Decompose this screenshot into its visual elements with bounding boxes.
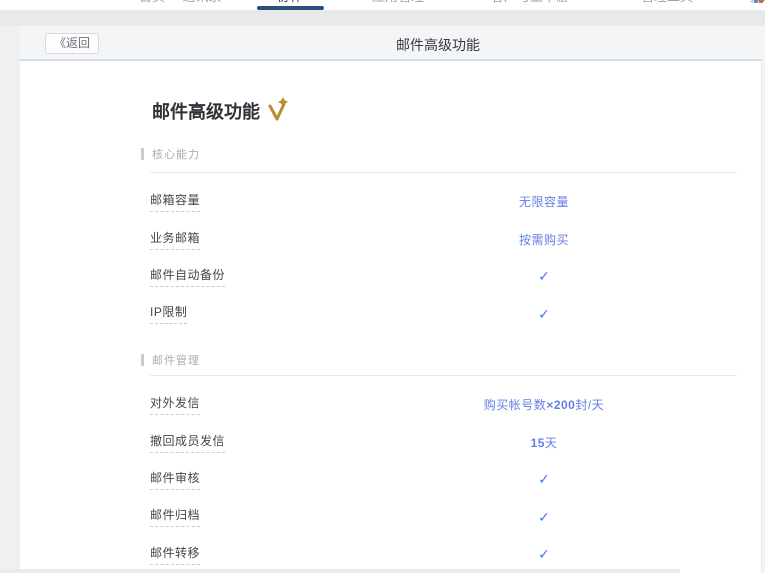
section-title: 邮件管理 xyxy=(152,352,200,368)
section-title: 核心能力 xyxy=(152,146,200,162)
tab-tools[interactable]: 管理工具 xyxy=(641,0,693,3)
content-panel: 邮件高级功能 核心能力 邮箱容量 无限容量业务邮箱 按需购买邮件自动备份 ✓ IP限制 ✓… xyxy=(20,61,765,573)
feature-value[interactable]: 无限容量 xyxy=(519,193,569,210)
section-header-core: 核心能力 xyxy=(141,146,200,162)
tab-collaboration[interactable]: 协作 xyxy=(277,0,303,3)
feature-label[interactable]: 对外发信 xyxy=(150,394,200,415)
cut-off-icon-fragment xyxy=(759,0,763,3)
top-nav-tabbar: 首页 通讯录 协作 应用管理 客户与上下游 管理工具 我的企业 xyxy=(0,0,765,10)
page-heading: 邮件高级功能 xyxy=(152,101,290,126)
feature-label[interactable]: 业务邮箱 xyxy=(150,229,200,250)
page-heading-text: 邮件高级功能 xyxy=(152,101,260,123)
tab-contacts[interactable]: 通讯录 xyxy=(182,0,221,3)
feature-label[interactable]: 邮件审核 xyxy=(150,469,200,490)
table-row: 邮箱容量 无限容量 xyxy=(150,183,737,220)
page-background-band xyxy=(0,10,765,26)
section-header-mail-mgmt: 邮件管理 xyxy=(141,352,200,368)
tab-apps[interactable]: 应用管理 xyxy=(372,0,424,3)
back-button[interactable]: 《返回 xyxy=(45,33,99,54)
feature-table-mail-mgmt: 对外发信 购买帐号数×200封/天撤回成员发信 15天邮件审核 ✓ 邮件归档 ✓ 邮件转移 ✓ xyxy=(150,375,737,573)
cut-off-icon-fragment xyxy=(754,0,758,3)
check-icon: ✓ xyxy=(538,269,550,283)
section-bar-icon xyxy=(141,148,144,160)
feature-table-core: 邮箱容量 无限容量业务邮箱 按需购买邮件自动备份 ✓ IP限制 ✓ xyxy=(150,172,737,333)
feature-label[interactable]: 撤回成员发信 xyxy=(150,432,225,453)
feature-label[interactable]: IP限制 xyxy=(150,303,187,324)
check-icon: ✓ xyxy=(538,307,550,321)
table-row: 邮件转移 ✓ xyxy=(150,536,737,573)
feature-label[interactable]: 邮件归档 xyxy=(150,506,200,527)
feature-value[interactable]: 15天 xyxy=(531,434,558,451)
page-background-left xyxy=(0,26,20,573)
table-row: 撤回成员发信 15天 xyxy=(150,423,737,460)
feature-label[interactable]: 邮件转移 xyxy=(150,544,200,565)
panel-title: 邮件高级功能 xyxy=(396,35,480,55)
tab-home[interactable]: 首页 xyxy=(139,0,165,3)
mail-advanced-features-page: 首页 通讯录 协作 应用管理 客户与上下游 管理工具 我的企业 《返回 邮件高级… xyxy=(0,0,765,573)
table-row: 业务邮箱 按需购买 xyxy=(150,220,737,257)
feature-value[interactable]: 购买帐号数×200封/天 xyxy=(484,396,604,413)
check-icon: ✓ xyxy=(538,547,550,561)
check-icon: ✓ xyxy=(538,510,550,524)
feature-label[interactable]: 邮件自动备份 xyxy=(150,266,225,287)
check-icon: ✓ xyxy=(538,472,550,486)
page-background-bottom xyxy=(0,569,680,573)
table-row: 邮件审核 ✓ xyxy=(150,461,737,498)
table-row: 邮件归档 ✓ xyxy=(150,498,737,535)
premium-gold-v-icon xyxy=(268,97,290,126)
table-row: 邮件自动备份 ✓ xyxy=(150,258,737,295)
table-row: IP限制 ✓ xyxy=(150,295,737,332)
page-background-right xyxy=(761,59,765,573)
tab-customers[interactable]: 客户与上下游 xyxy=(491,0,569,3)
section-bar-icon xyxy=(141,354,144,366)
panel-header: 《返回 邮件高级功能 xyxy=(20,26,765,61)
feature-label[interactable]: 邮箱容量 xyxy=(150,191,200,212)
table-row: 对外发信 购买帐号数×200封/天 xyxy=(150,386,737,423)
feature-value[interactable]: 按需购买 xyxy=(519,231,569,248)
